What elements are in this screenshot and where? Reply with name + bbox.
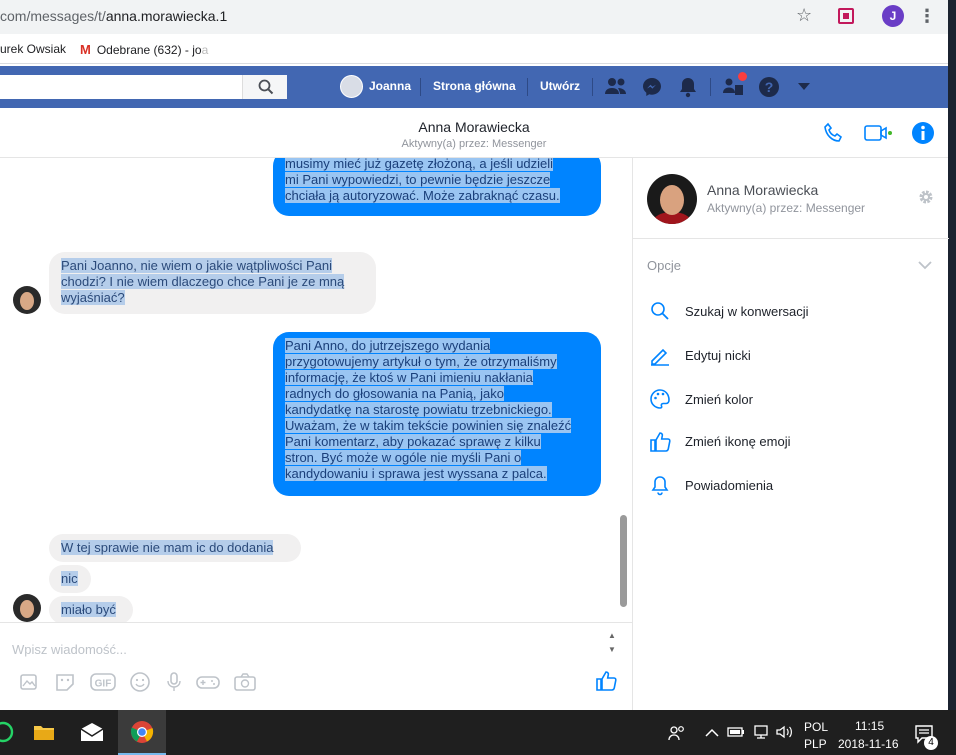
option-edit-nicknames[interactable]: Edytuj nicki xyxy=(649,344,939,370)
pencil-icon xyxy=(651,348,669,366)
svg-text:GIF: GIF xyxy=(95,679,112,690)
nav-create[interactable]: Utwórz xyxy=(540,79,580,93)
info-icon[interactable] xyxy=(911,121,935,145)
conversation-header: Anna Morawiecka Aktywny(a) przez: Messen… xyxy=(0,108,948,158)
file-explorer-icon[interactable] xyxy=(32,721,56,743)
message-incoming[interactable]: W tej sprawie nie mam ic do dodania xyxy=(49,534,301,562)
help-icon[interactable]: ? xyxy=(758,76,780,98)
panel-divider xyxy=(633,238,949,239)
option-search-conversation[interactable]: Szukaj w konwersacji xyxy=(649,300,939,326)
photo-icon[interactable] xyxy=(18,671,40,693)
message-list-scrollbar[interactable] xyxy=(620,515,627,607)
emoji-icon[interactable] xyxy=(129,671,151,693)
option-notifications[interactable]: Powiadomienia xyxy=(649,474,939,500)
volume-icon[interactable] xyxy=(775,724,793,740)
option-change-emoji[interactable]: Zmień ikonę emoji xyxy=(649,430,939,456)
thumbs-up-send-icon[interactable] xyxy=(594,669,618,693)
contact-name[interactable]: Anna Morawiecka xyxy=(707,182,818,198)
network-icon[interactable] xyxy=(752,724,770,740)
chevron-down-icon[interactable] xyxy=(917,259,933,271)
fb-search-button[interactable] xyxy=(242,75,287,99)
sticker-icon[interactable] xyxy=(54,671,76,693)
notification-badge xyxy=(738,72,747,81)
message-outgoing[interactable]: musimy mieć już gazetę złożoną, a jeśli … xyxy=(273,158,601,216)
gear-icon[interactable] xyxy=(917,188,935,206)
message-incoming[interactable]: Pani Joanno, nie wiem o jakie wątpliwośc… xyxy=(49,252,376,314)
messenger-icon[interactable] xyxy=(641,76,663,98)
contact-avatar[interactable] xyxy=(647,174,697,224)
composer-scroll-arrows[interactable]: ▲ ▼ xyxy=(608,629,616,657)
chevron-up-icon[interactable] xyxy=(705,728,719,738)
gmail-icon: M xyxy=(80,42,91,57)
input-language[interactable]: POL xyxy=(804,720,828,734)
conversation-title[interactable]: Anna Morawiecka xyxy=(0,119,948,135)
bookmark-owsiak[interactable]: urek Owsiak xyxy=(0,42,66,56)
svg-text:?: ? xyxy=(765,79,774,95)
nav-profile-joanna[interactable]: Joanna xyxy=(369,79,411,93)
taskbar-chrome-active[interactable] xyxy=(118,710,166,755)
thumbs-up-icon xyxy=(650,432,671,452)
nav-separator xyxy=(592,78,593,96)
microphone-icon[interactable] xyxy=(164,671,184,693)
message-outgoing[interactable]: Pani Anno, do jutrzejszego wydania przyg… xyxy=(273,332,601,496)
url-field[interactable]: com/messages/t/anna.morawiecka.1 xyxy=(0,8,227,24)
clock-time[interactable]: 11:15 xyxy=(855,719,884,733)
nav-separator xyxy=(420,78,421,96)
game-controller-icon[interactable] xyxy=(195,671,221,693)
people-icon[interactable] xyxy=(668,724,686,742)
palette-icon xyxy=(650,389,670,409)
extension-icon[interactable] xyxy=(838,8,854,24)
notifications-bell-icon[interactable] xyxy=(678,76,698,98)
search-icon xyxy=(258,79,274,95)
browser-profile-avatar[interactable]: J xyxy=(882,5,904,27)
message-incoming[interactable]: miało być xyxy=(49,596,133,622)
gif-icon[interactable]: GIF xyxy=(90,671,116,693)
fb-profile-avatar[interactable] xyxy=(340,75,363,98)
clock-date[interactable]: 2018-11-16 xyxy=(838,737,899,751)
windows-taskbar: POL PLP 11:15 2018-11-16 4 xyxy=(0,710,956,755)
keyboard-layout[interactable]: PLP xyxy=(804,737,827,751)
message-incoming[interactable]: nic xyxy=(49,565,91,593)
window-edge xyxy=(948,0,956,710)
options-section-header[interactable]: Opcje xyxy=(647,258,681,273)
fb-search-input[interactable] xyxy=(0,75,287,99)
bookmark-gmail[interactable]: M Odebrane (632) - joa xyxy=(80,42,208,57)
message-list[interactable]: musimy mieć już gazetę złożoną, a jeśli … xyxy=(0,158,632,622)
contact-status: Aktywny(a) przez: Messenger xyxy=(707,201,866,215)
conversation-status: Aktywny(a) przez: Messenger xyxy=(401,138,547,150)
account-menu-chevron-icon[interactable] xyxy=(797,82,811,92)
browser-menu-icon[interactable]: ⋮ xyxy=(918,6,936,27)
bell-icon xyxy=(651,476,669,496)
sender-avatar[interactable] xyxy=(13,594,41,622)
battery-icon[interactable] xyxy=(727,725,745,739)
search-icon xyxy=(651,302,669,320)
bookmark-star-icon[interactable]: ☆ xyxy=(796,5,812,26)
friend-requests-icon[interactable] xyxy=(604,76,628,98)
bookmarks-bar: urek Owsiak M Odebrane (632) - joa xyxy=(0,34,948,64)
sender-avatar[interactable] xyxy=(13,286,41,314)
browser-address-bar: com/messages/t/anna.morawiecka.1 ☆ J ⋮ xyxy=(0,0,948,34)
mail-icon[interactable] xyxy=(79,721,105,743)
video-call-icon[interactable] xyxy=(864,124,892,142)
nav-separator xyxy=(710,78,711,96)
chrome-icon xyxy=(130,721,154,743)
message-composer: Wpisz wiadomość... ▲ ▼ GIF xyxy=(0,622,632,710)
conversation-info-panel: Anna Morawiecka Aktywny(a) przez: Messen… xyxy=(632,158,949,710)
nav-separator xyxy=(527,78,528,96)
nav-home[interactable]: Strona główna xyxy=(433,79,516,93)
camera-icon[interactable] xyxy=(233,671,257,693)
message-input[interactable]: Wpisz wiadomość... xyxy=(12,642,127,657)
notification-count-badge: 4 xyxy=(924,736,938,750)
phone-call-icon[interactable] xyxy=(823,122,845,144)
option-change-color[interactable]: Zmień kolor xyxy=(649,388,939,414)
facebook-top-bar: Joanna Strona główna Utwórz ? xyxy=(0,66,948,108)
whatsapp-icon[interactable] xyxy=(0,721,14,743)
